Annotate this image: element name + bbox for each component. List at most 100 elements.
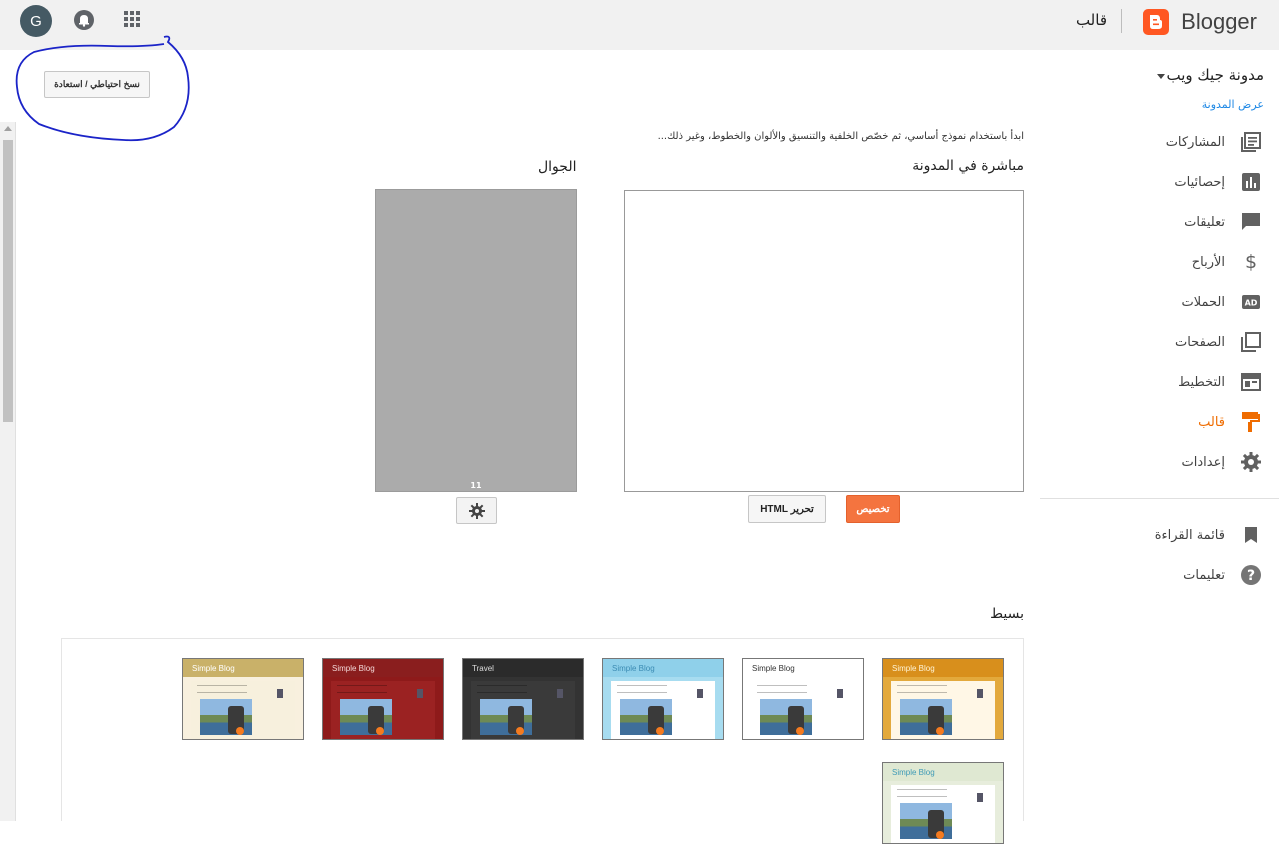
- template-thumbnail[interactable]: Travel: [462, 658, 584, 740]
- scroll-up-arrow-icon[interactable]: [4, 126, 12, 131]
- template-text-lines: [757, 685, 807, 693]
- sidebar-item-reading-list[interactable]: قائمة القراءة: [1063, 523, 1263, 547]
- template-text-lines: [617, 685, 667, 693]
- help-icon: ?: [1239, 563, 1263, 587]
- sidebar-item-label: المشاركات: [1165, 134, 1225, 150]
- svg-text:?: ?: [1247, 568, 1255, 584]
- sidebar-item-label: تعليقات: [1184, 214, 1225, 230]
- template-thumbnail[interactable]: Simple Blog: [882, 762, 1004, 844]
- template-title: Simple Blog: [192, 664, 235, 673]
- sidebar-item-comments[interactable]: تعليقات: [1063, 210, 1263, 234]
- backup-restore-button[interactable]: نسخ احتياطي / استعادة: [44, 71, 150, 98]
- campaigns-icon: AD: [1239, 290, 1263, 314]
- sidebar-item-label: التخطيط: [1178, 374, 1225, 390]
- template-text-lines: [477, 685, 527, 693]
- sidebar-item-label: الأرباح: [1191, 254, 1225, 270]
- template-title: Simple Blog: [892, 768, 935, 777]
- mobile-settings-button[interactable]: [456, 497, 497, 524]
- template-photo: [620, 699, 672, 735]
- template-title: Simple Blog: [752, 664, 795, 673]
- earnings-icon: $: [1244, 251, 1258, 273]
- template-title: Simple Blog: [892, 664, 935, 673]
- edit-html-button[interactable]: تحرير HTML: [748, 495, 826, 523]
- sidebar-item-layout[interactable]: التخطيط: [1063, 370, 1263, 394]
- template-photo-dot: [376, 727, 384, 735]
- sidebar-item-settings[interactable]: إعدادات: [1063, 450, 1263, 474]
- theme-icon: [1239, 410, 1263, 434]
- template-sidebar-widget: [557, 689, 563, 698]
- svg-text:AD: AD: [1245, 299, 1258, 308]
- sidebar-item-earnings[interactable]: الأرباح $: [1063, 250, 1263, 274]
- notifications-icon[interactable]: [73, 9, 95, 31]
- template-photo: [760, 699, 812, 735]
- blogger-brand[interactable]: Blogger: [1143, 6, 1257, 38]
- template-thumbnail[interactable]: Simple Blog: [742, 658, 864, 740]
- sidebar-item-label: الصفحات: [1174, 334, 1225, 350]
- sidebar-item-help[interactable]: تعليمات ?: [1063, 563, 1263, 587]
- sidebar-item-posts[interactable]: المشاركات: [1063, 130, 1263, 154]
- sidebar-item-stats[interactable]: إحصائيات: [1063, 170, 1263, 194]
- sidebar-item-pages[interactable]: الصفحات: [1063, 330, 1263, 354]
- top-bar: G قالب Blogger: [0, 0, 1279, 50]
- sidebar-item-label: الحملات: [1181, 294, 1225, 310]
- pages-icon: [1239, 330, 1263, 354]
- template-photo-dot: [936, 727, 944, 735]
- live-blog-preview[interactable]: [624, 190, 1024, 492]
- template-title: Travel: [472, 664, 494, 673]
- settings-icon: [1239, 450, 1263, 474]
- template-thumbnail[interactable]: Simple Blog: [322, 658, 444, 740]
- sidebar-divider: [1040, 498, 1279, 499]
- template-photo: [480, 699, 532, 735]
- template-sidebar-widget: [697, 689, 703, 698]
- view-blog-link[interactable]: عرض المدونة: [1202, 98, 1264, 111]
- sidebar: مدونة جيك ويب عرض المدونة المشاركات إحصا…: [1040, 50, 1279, 821]
- apps-grid-icon[interactable]: [123, 10, 141, 28]
- template-photo: [200, 699, 252, 735]
- intro-text: ابدأ باستخدام نموذج أساسي، ثم خصّص الخلف…: [657, 131, 1024, 142]
- template-photo-dot: [656, 727, 664, 735]
- template-thumbnail[interactable]: Simple Blog: [602, 658, 724, 740]
- template-text-lines: [197, 685, 247, 693]
- sidebar-item-campaigns[interactable]: الحملات AD: [1063, 290, 1263, 314]
- sidebar-item-theme[interactable]: قالب: [1063, 410, 1263, 434]
- template-text-lines: [897, 789, 947, 797]
- mobile-page-number: 11: [470, 481, 482, 490]
- template-title: Simple Blog: [612, 664, 655, 673]
- sidebar-item-label: قائمة القراءة: [1154, 527, 1225, 543]
- caret-down-icon[interactable]: [1157, 74, 1165, 79]
- stats-icon: [1239, 170, 1263, 194]
- template-sidebar-widget: [837, 689, 843, 698]
- customize-button[interactable]: تخصيص: [846, 495, 900, 523]
- sidebar-item-label: تعليمات: [1183, 567, 1225, 583]
- template-sidebar-widget: [977, 793, 983, 802]
- brand-name: Blogger: [1181, 9, 1257, 34]
- template-photo-dot: [516, 727, 524, 735]
- template-sidebar-widget: [277, 689, 283, 698]
- template-sidebar-widget: [417, 689, 423, 698]
- header-divider: [1121, 9, 1122, 33]
- mobile-title: الجوال: [538, 159, 577, 175]
- template-text-lines: [897, 685, 947, 693]
- template-thumbnail[interactable]: Simple Blog: [182, 658, 304, 740]
- template-gallery: Simple Blog Simple Blog Travel Simple Blog S…: [61, 638, 1024, 844]
- posts-icon: [1239, 130, 1263, 154]
- template-thumbnail[interactable]: Simple Blog: [882, 658, 1004, 740]
- template-photo: [900, 803, 952, 839]
- template-photo: [340, 699, 392, 735]
- account-avatar[interactable]: G: [20, 5, 52, 37]
- sidebar-item-label: إعدادات: [1181, 454, 1225, 470]
- scrollbar[interactable]: [0, 122, 16, 821]
- template-photo-dot: [796, 727, 804, 735]
- scrollbar-thumb[interactable]: [3, 140, 13, 422]
- sidebar-item-label: إحصائيات: [1174, 174, 1225, 190]
- template-text-lines: [337, 685, 387, 693]
- sidebar-item-label: قالب: [1198, 414, 1225, 430]
- comments-icon: [1239, 210, 1263, 234]
- template-photo-dot: [936, 831, 944, 839]
- blog-selector[interactable]: مدونة جيك ويب: [1167, 66, 1265, 84]
- gear-icon: [468, 502, 485, 519]
- template-photo-dot: [236, 727, 244, 735]
- layout-icon: [1239, 370, 1263, 394]
- mobile-preview[interactable]: 11: [375, 189, 577, 492]
- reading-list-icon: [1239, 523, 1263, 547]
